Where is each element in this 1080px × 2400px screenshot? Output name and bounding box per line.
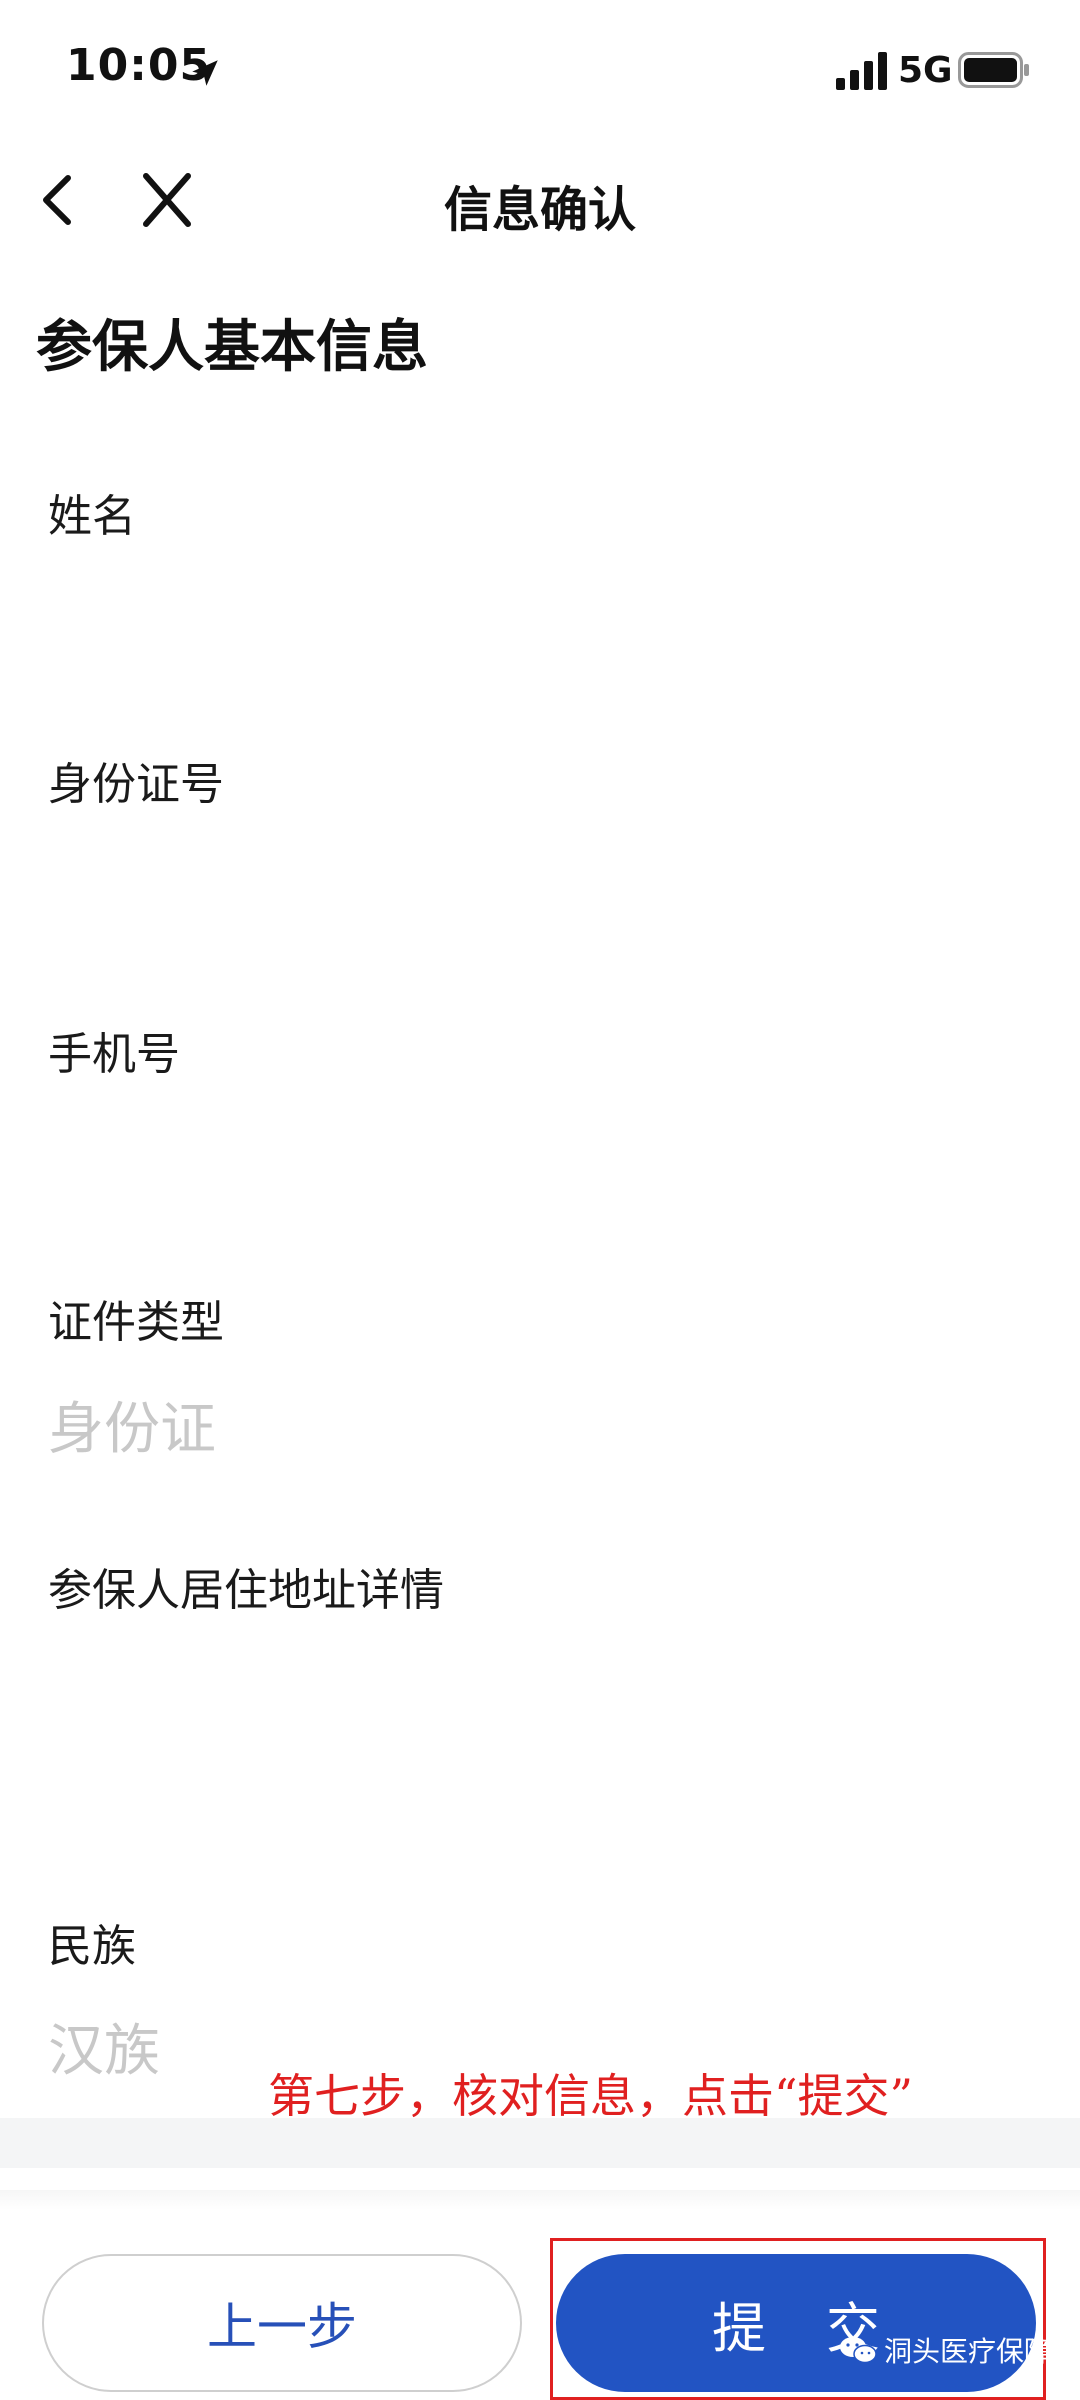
address-label: 参保人居住地址详情 (48, 1565, 444, 1616)
name-label: 姓名 (48, 491, 136, 542)
phone-label: 手机号 (48, 1029, 180, 1080)
watermark-text: 洞头医疗保障 (884, 2335, 1053, 2368)
submit-button[interactable]: 提交 (556, 2254, 1036, 2392)
document-type-label: 证件类型 (48, 1297, 224, 1348)
ethnicity-label: 民族 (48, 1921, 136, 1972)
document-type-value: 身份证 (48, 1397, 216, 1462)
location-arrow-icon (192, 60, 218, 86)
section-title: 参保人基本信息 (36, 315, 428, 380)
id-number-label: 身份证号 (48, 759, 224, 810)
page: 10:05 5G 信息确认 参保人基本信息 姓名 身份证号 手机号 证件类型 身… (0, 0, 1080, 2400)
previous-step-button[interactable]: 上一步 (42, 2254, 522, 2392)
close-icon (143, 173, 191, 227)
signal-icon (836, 52, 887, 90)
bottom-bar-shadow (0, 2190, 1080, 2210)
step-annotation: 第七步，核对信息，点击“提交” (268, 2069, 914, 2123)
wechat-icon (840, 2337, 877, 2364)
status-bar: 10:05 5G (0, 0, 1080, 140)
nav-bar: 信息确认 (0, 150, 1080, 250)
battery-icon (958, 52, 1029, 88)
back-button[interactable] (30, 168, 90, 232)
previous-step-label: 上一步 (207, 2298, 357, 2356)
back-chevron-icon (43, 175, 71, 225)
network-type: 5G (898, 50, 953, 91)
close-button[interactable] (132, 168, 202, 232)
ethnicity-value: 汉族 (48, 2019, 160, 2084)
watermark: 洞头医疗保障 (838, 2330, 1052, 2370)
